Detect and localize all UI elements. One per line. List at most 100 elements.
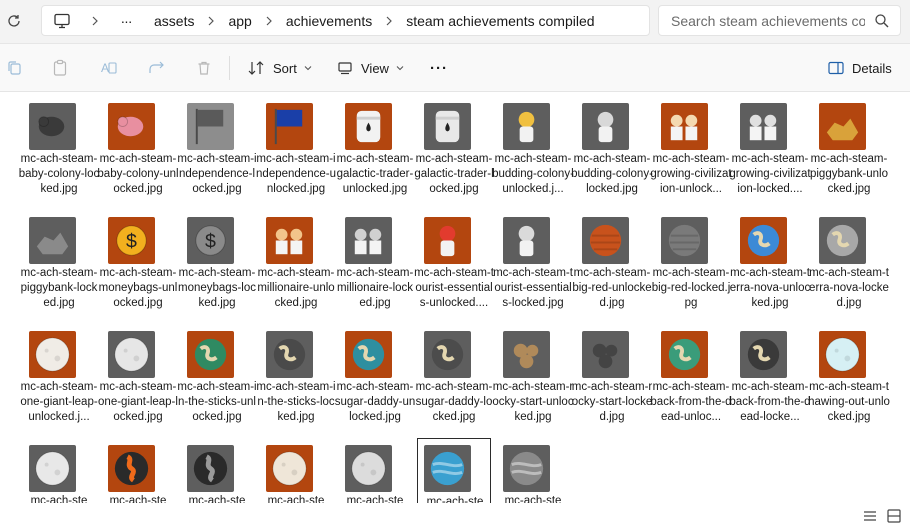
thumbnail-view-button[interactable] [887, 509, 901, 523]
file-item[interactable]: mc-ach-steam-back-from-the-dead-unloc... [650, 324, 732, 434]
file-item[interactable]: mc-ach-steam-budding-colony-locked.jpg [571, 96, 653, 206]
breadcrumb-item-current[interactable]: steam achievements compiled [402, 6, 598, 35]
file-item[interactable]: mc-ach-ste [496, 438, 570, 503]
achievement-image [503, 103, 550, 150]
file-item[interactable]: mc-ach-steam-budding-colony-unlocked.j..… [492, 96, 574, 206]
file-item[interactable]: mc-ach-steam-millionaire-locked.jpg [337, 210, 413, 320]
file-item[interactable]: mc-ach-ste [22, 438, 96, 503]
file-item[interactable]: mc-ach-steam-piggybank-unlocked.jpg [810, 96, 888, 206]
file-item[interactable]: mc-ach-steam-tourist-essentials-unlocked… [414, 210, 494, 320]
file-name: mc-ach-steam-one-giant-leap-locked.jpg [98, 381, 178, 423]
breadcrumb[interactable]: ··· assets app achievements steam achiev… [41, 5, 650, 36]
svg-text:$: $ [126, 230, 137, 252]
file-item[interactable]: mc-ach-steam-one-giant-leap-unlocked.j..… [20, 324, 98, 434]
achievement-image [345, 331, 392, 378]
view-button[interactable]: View [337, 55, 404, 81]
achievement-image [108, 103, 155, 150]
breadcrumb-item-achievements[interactable]: achievements [282, 6, 376, 35]
file-item[interactable]: mc-ach-steam-one-giant-leap-locked.jpg [98, 324, 178, 434]
paste-button[interactable] [50, 58, 70, 78]
achievement-image: $ [187, 217, 234, 264]
file-item[interactable]: mc-ach-steam-baby-colony-unlocked.jpg [97, 96, 179, 206]
file-name: mc-ach-steam-rocky-start-locked.jpg [571, 381, 653, 423]
details-view-button[interactable] [863, 509, 877, 523]
file-name: mc-ach-ste [267, 495, 325, 503]
file-thumbnail [503, 217, 550, 264]
computer-icon [54, 13, 70, 28]
file-item[interactable]: mc-ach-steam-baby-colony-locked.jpg [19, 96, 99, 206]
copy-button[interactable] [4, 58, 24, 78]
file-grid[interactable]: mc-ach-steam-baby-colony-locked.jpg mc-ac… [0, 93, 910, 503]
file-name: mc-ach-steam-big-red-locked.jpg [651, 267, 731, 309]
file-item[interactable]: mc-ach-steam-piggybank-locked.jpg [21, 210, 97, 320]
chevron-right-icon[interactable] [82, 16, 108, 26]
file-thumbnail [819, 331, 866, 378]
file-item[interactable]: mc-ach-steam-growing-civilization-unlock… [650, 96, 732, 206]
breadcrumb-item-app[interactable]: app [224, 6, 255, 35]
file-item[interactable]: mc-ach-steam-tourist-essentials-locked.j… [493, 210, 573, 320]
file-item[interactable]: $ mc-ach-steam-moneybags-unlocked.jpg [99, 210, 177, 320]
refresh-button[interactable] [3, 10, 25, 32]
file-item[interactable]: mc-ach-steam-rocky-start-unlocked.jpg [492, 324, 574, 434]
file-thumbnail [740, 331, 787, 378]
file-item[interactable]: mc-ach-steam-terra-nova-unlocked.jpg [730, 210, 810, 320]
file-item[interactable]: mc-ach-steam-independence-unlocked.jpg [256, 96, 336, 206]
file-item[interactable]: mc-ach-steam-in-the-sticks-unlocked.jpg [177, 324, 257, 434]
breadcrumb-root[interactable] [42, 6, 82, 35]
search-input[interactable] [671, 12, 865, 30]
file-name: mc-ach-ste [504, 495, 562, 503]
more-icon: ··· [430, 59, 448, 77]
chevron-right-icon[interactable] [198, 16, 224, 26]
file-thumbnail [424, 331, 471, 378]
achievement-image [661, 331, 708, 378]
file-item[interactable]: mc-ach-steam-terra-nova-locked.jpg [809, 210, 889, 320]
search-box[interactable] [658, 5, 901, 36]
search-icon[interactable] [874, 13, 890, 29]
file-name: mc-ach-ste [346, 495, 404, 503]
file-item[interactable]: mc-ach-steam-back-from-the-dead-locke... [729, 324, 811, 434]
file-item[interactable]: $ mc-ach-steam-moneybags-locked.jpg [178, 210, 256, 320]
breadcrumb-overflow[interactable]: ··· [108, 6, 144, 35]
file-item[interactable]: mc-ach-steam-growing-civilization-locked… [729, 96, 811, 206]
file-thumbnail: $ [108, 217, 155, 264]
file-item[interactable]: mc-ach-steam-thawing-out-unlocked.jpg [808, 324, 890, 434]
achievement-image [819, 217, 866, 264]
file-item[interactable]: mc-ach-steam-millionaire-unlocked.jpg [257, 210, 335, 320]
file-item[interactable]: mc-ach-steam-big-red-locked.jpg [652, 210, 730, 320]
file-item[interactable]: mc-ach-ste [180, 438, 254, 503]
file-item[interactable]: mc-ach-steam-in-the-sticks-locked.jpg [256, 324, 336, 434]
achievement-image [503, 331, 550, 378]
file-item[interactable]: mc-ach-steam-big-red-unlocked.jpg [572, 210, 652, 320]
more-options-button[interactable]: ··· [430, 55, 448, 81]
file-item[interactable]: mc-ach-steam-sugar-daddy-unlocked.jpg [335, 324, 415, 434]
file-thumbnail [29, 217, 76, 264]
file-thumbnail [266, 445, 313, 492]
address-row: ··· assets app achievements steam achiev… [0, 0, 910, 44]
file-item[interactable]: mc-ach-ste [259, 438, 333, 503]
breadcrumb-item-assets[interactable]: assets [144, 6, 198, 35]
achievement-image [345, 445, 392, 492]
file-name: mc-ach-steam-growing-civilization-unlock… [650, 153, 732, 195]
file-thumbnail [187, 445, 234, 492]
chevron-down-icon [396, 66, 404, 71]
file-thumbnail [108, 103, 155, 150]
file-item[interactable]: mc-ach-ste [417, 438, 491, 503]
chevron-right-icon[interactable] [376, 16, 402, 26]
file-item[interactable]: mc-ach-steam-galactic-trader-unlocked.jp… [337, 96, 413, 206]
file-item[interactable]: mc-ach-ste [101, 438, 175, 503]
delete-button[interactable] [194, 58, 214, 78]
file-item[interactable]: mc-ach-steam-independence-locked.jpg [177, 96, 257, 206]
share-button[interactable] [147, 58, 167, 78]
sort-button[interactable]: Sort [247, 55, 312, 81]
file-name: mc-ach-steam-budding-colony-unlocked.j..… [492, 153, 574, 195]
file-name: mc-ach-steam-terra-nova-locked.jpg [809, 267, 889, 309]
chevron-right-icon[interactable] [256, 16, 282, 26]
file-thumbnail [819, 217, 866, 264]
file-item[interactable]: mc-ach-ste [338, 438, 412, 503]
file-item[interactable]: mc-ach-steam-galactic-trader-locked.jpg [414, 96, 494, 206]
file-item[interactable]: mc-ach-steam-sugar-daddy-locked.jpg [416, 324, 492, 434]
file-item[interactable]: mc-ach-steam-rocky-start-locked.jpg [572, 324, 652, 434]
rename-button[interactable]: A [99, 58, 119, 78]
details-button[interactable]: Details [828, 55, 892, 81]
file-name: mc-ach-steam-galactic-trader-unlocked.jp… [336, 153, 414, 195]
